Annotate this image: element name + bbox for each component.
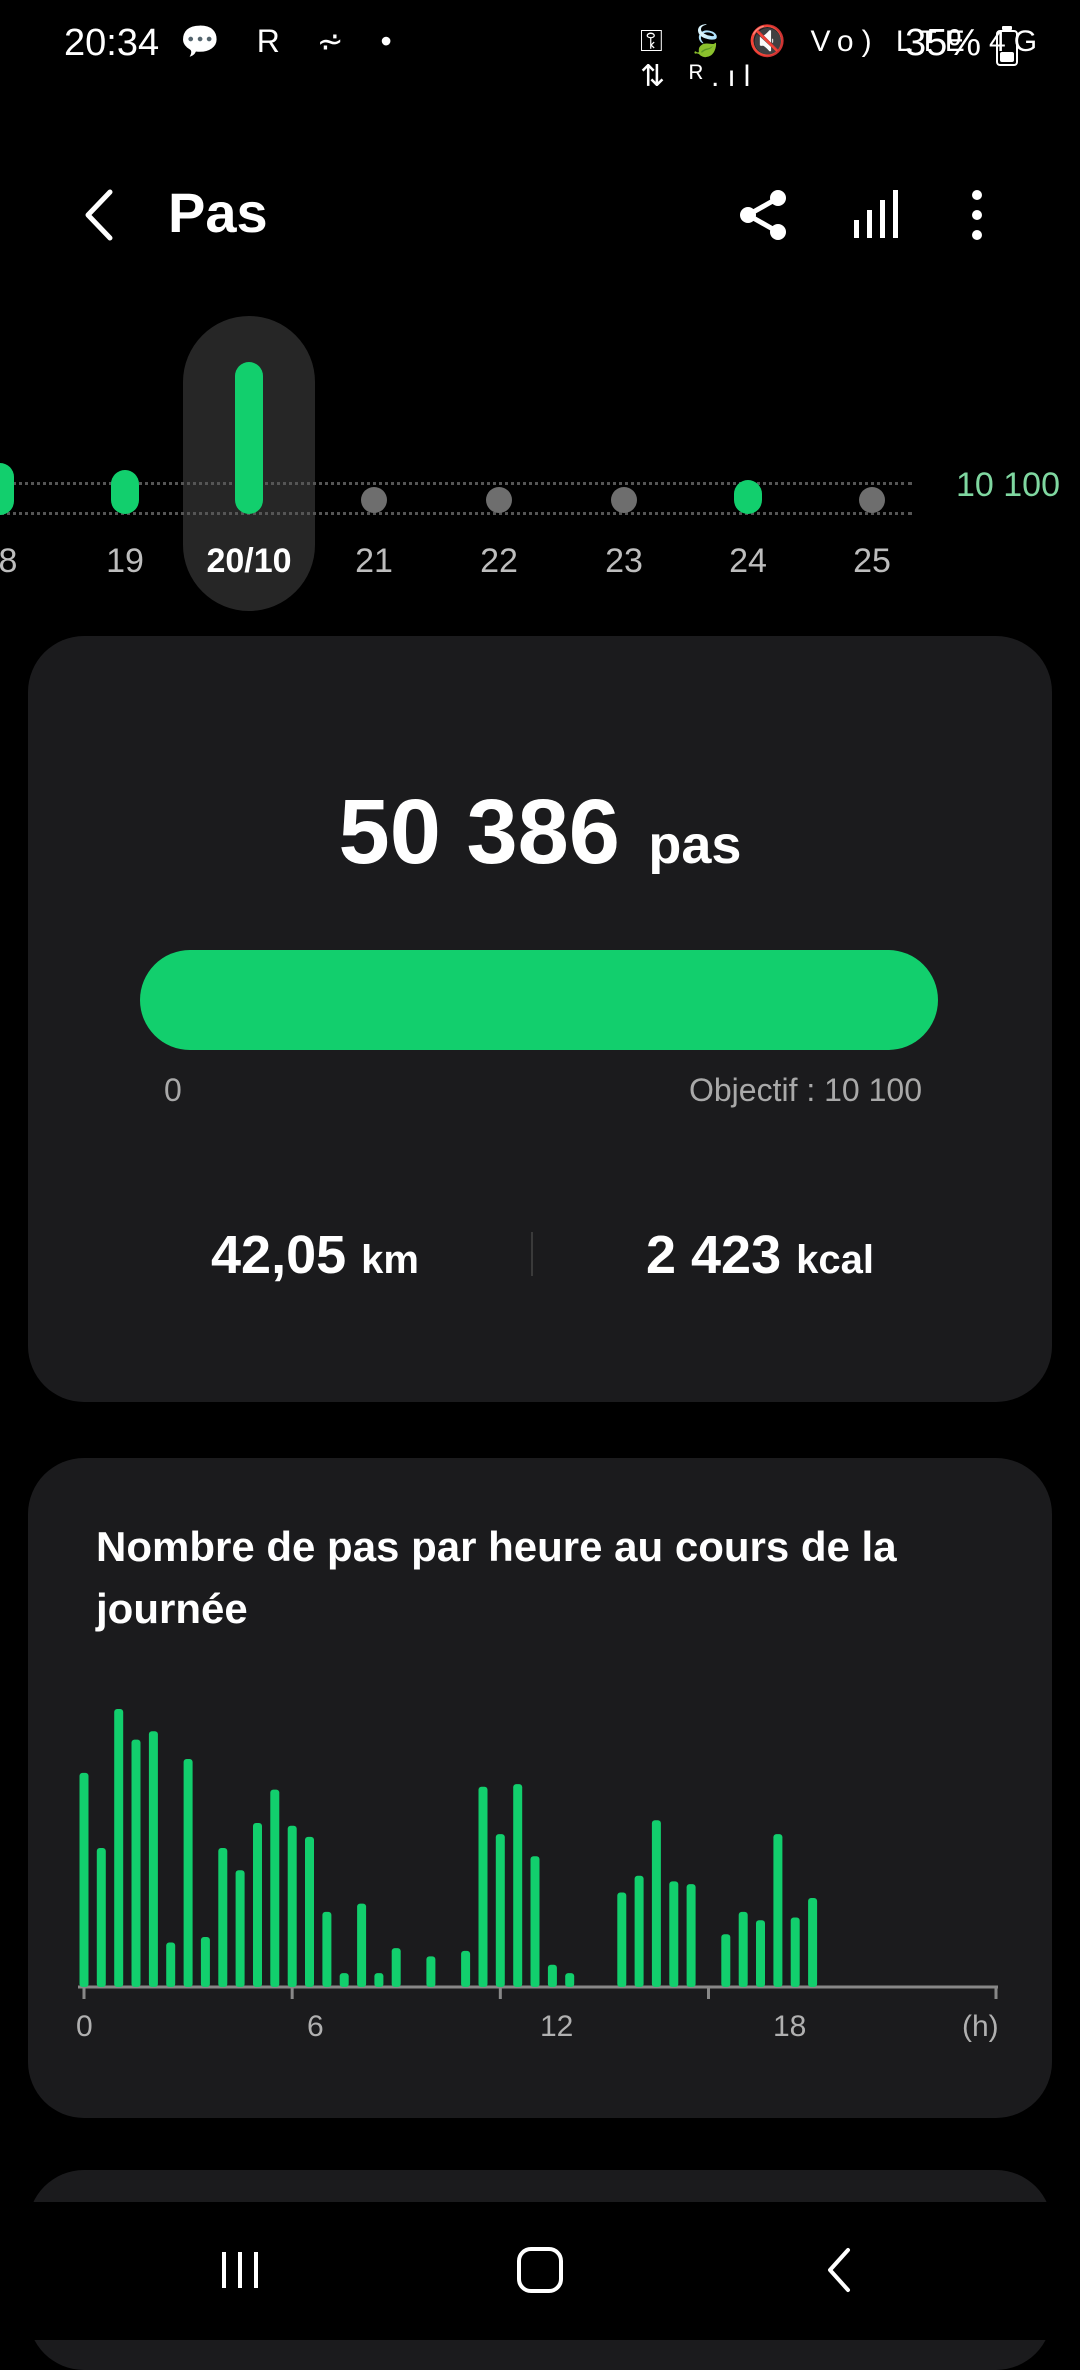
hour-bar [478, 1786, 488, 1987]
hour-bar [495, 1834, 505, 1987]
recent-apps-button[interactable] [210, 2240, 270, 2305]
hour-bar [270, 1789, 280, 1987]
hour-bar [808, 1898, 818, 1987]
hour-bar [617, 1892, 627, 1987]
nav-back-button[interactable] [810, 2240, 870, 2305]
hour-bar [287, 1825, 297, 1987]
home-icon [517, 2247, 563, 2293]
hour-bar [183, 1759, 193, 1987]
hour-bar [339, 1973, 349, 1987]
hour-bar [634, 1875, 644, 1987]
hour-bar [218, 1848, 228, 1987]
back-nav-icon [828, 2248, 850, 2292]
hour-bar [756, 1920, 765, 1987]
hour-bar [253, 1823, 262, 1987]
hour-bar [530, 1856, 540, 1987]
hour-bar [305, 1836, 314, 1987]
hour-bar [131, 1739, 141, 1987]
hour-bar [322, 1911, 332, 1987]
hour-bar [96, 1848, 106, 1987]
hour-bar [114, 1709, 124, 1987]
x-tick-label: 0 [76, 2010, 93, 2043]
x-axis-unit: (h) [962, 2010, 999, 2043]
hour-bar [721, 1934, 731, 1987]
hour-bar [651, 1820, 661, 1987]
hour-bar [148, 1731, 158, 1987]
hour-bar [200, 1937, 210, 1987]
hour-bar [391, 1948, 401, 1987]
hour-bar [547, 1964, 557, 1987]
hour-bar [426, 1956, 436, 1987]
hour-bar [235, 1870, 245, 1987]
hour-bar [166, 1942, 176, 1987]
recent-apps-icon [222, 2252, 258, 2288]
hour-bar [790, 1917, 800, 1987]
x-tick-label: 12 [540, 2010, 574, 2043]
hour-bar [461, 1950, 471, 1987]
hour-bar [565, 1973, 575, 1987]
hour-bar [357, 1903, 367, 1987]
hour-bar [773, 1834, 783, 1987]
hour-bar [513, 1784, 523, 1987]
hour-bar [738, 1911, 748, 1987]
home-button[interactable] [510, 2240, 570, 2305]
hour-bar [669, 1881, 679, 1987]
hour-bar [686, 1884, 696, 1987]
hour-bar [79, 1772, 89, 1987]
x-tick-label: 18 [773, 2010, 807, 2043]
hourly-steps-chart [78, 1709, 998, 1999]
x-tick-label: 6 [307, 2010, 324, 2043]
hour-bar [374, 1973, 384, 1987]
